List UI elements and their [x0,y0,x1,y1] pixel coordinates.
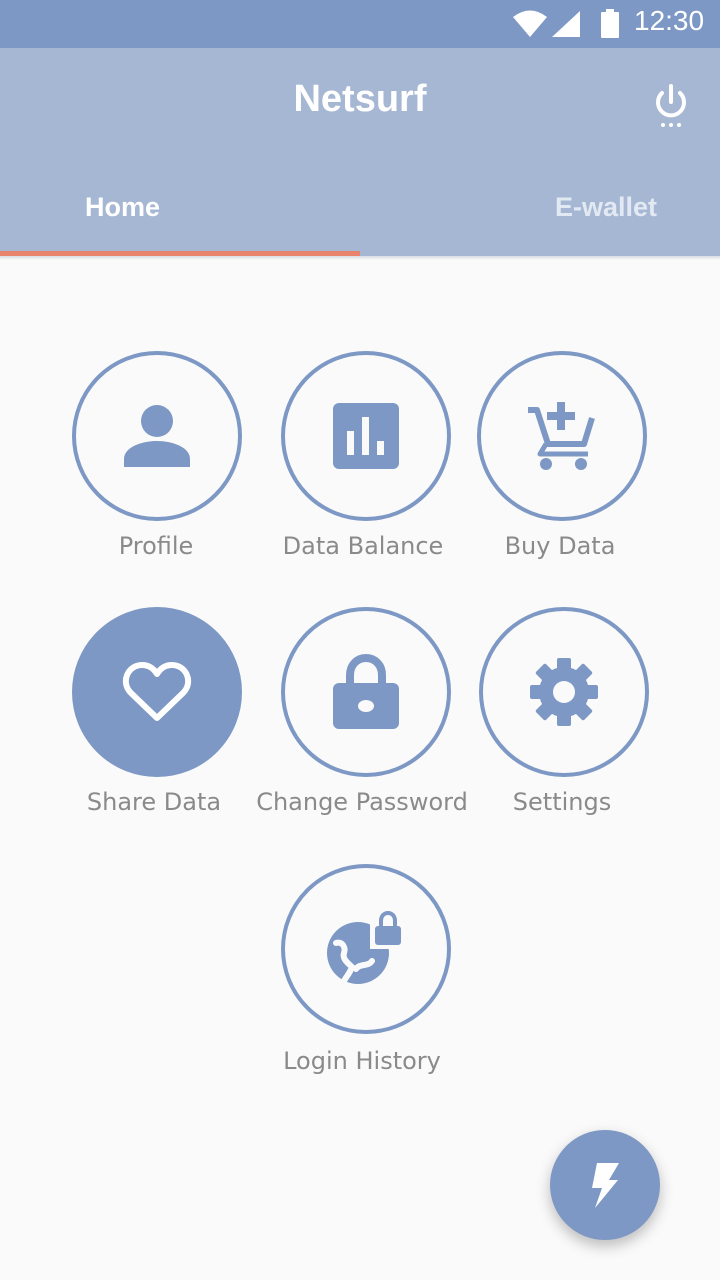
tab-home-label: Home [85,192,161,222]
menu-item-label: Settings [512,788,612,816]
app-bar-shadow [0,256,720,260]
settings-button[interactable] [479,607,649,777]
login-history-button[interactable] [281,864,451,1034]
add-cart-icon [528,402,595,470]
wifi-icon [513,10,547,37]
power-button[interactable] [650,84,692,130]
signal-icon [552,11,580,37]
gear-icon [530,658,598,726]
heart-icon [122,662,192,721]
flash-fab-button[interactable] [550,1130,660,1240]
app-title: Netsurf [293,78,427,120]
tab-e-wallet-label: E-wallet [555,192,658,222]
lock-icon [333,653,399,729]
tab-e-wallet[interactable]: E-wallet [360,184,720,256]
menu-item-label: Login History [283,1047,441,1075]
battery-icon [601,9,619,38]
bar-chart-icon [333,403,399,469]
share-data-button[interactable] [72,607,242,777]
flash-icon [592,1163,619,1208]
buy-data-button[interactable] [477,351,647,521]
menu-item-label: Buy Data [504,532,616,560]
data-balance-button[interactable] [281,351,451,521]
app-bar: Netsurf Home E-wallet [0,48,720,256]
globe-lock-icon [327,911,406,984]
power-icon [656,84,686,127]
person-icon [124,405,190,467]
change-password-button[interactable] [281,607,451,777]
profile-button[interactable] [72,351,242,521]
tab-home[interactable]: Home [0,184,360,256]
status-time: 12:30 [634,5,705,36]
status-bar: 12:30 [0,0,720,48]
